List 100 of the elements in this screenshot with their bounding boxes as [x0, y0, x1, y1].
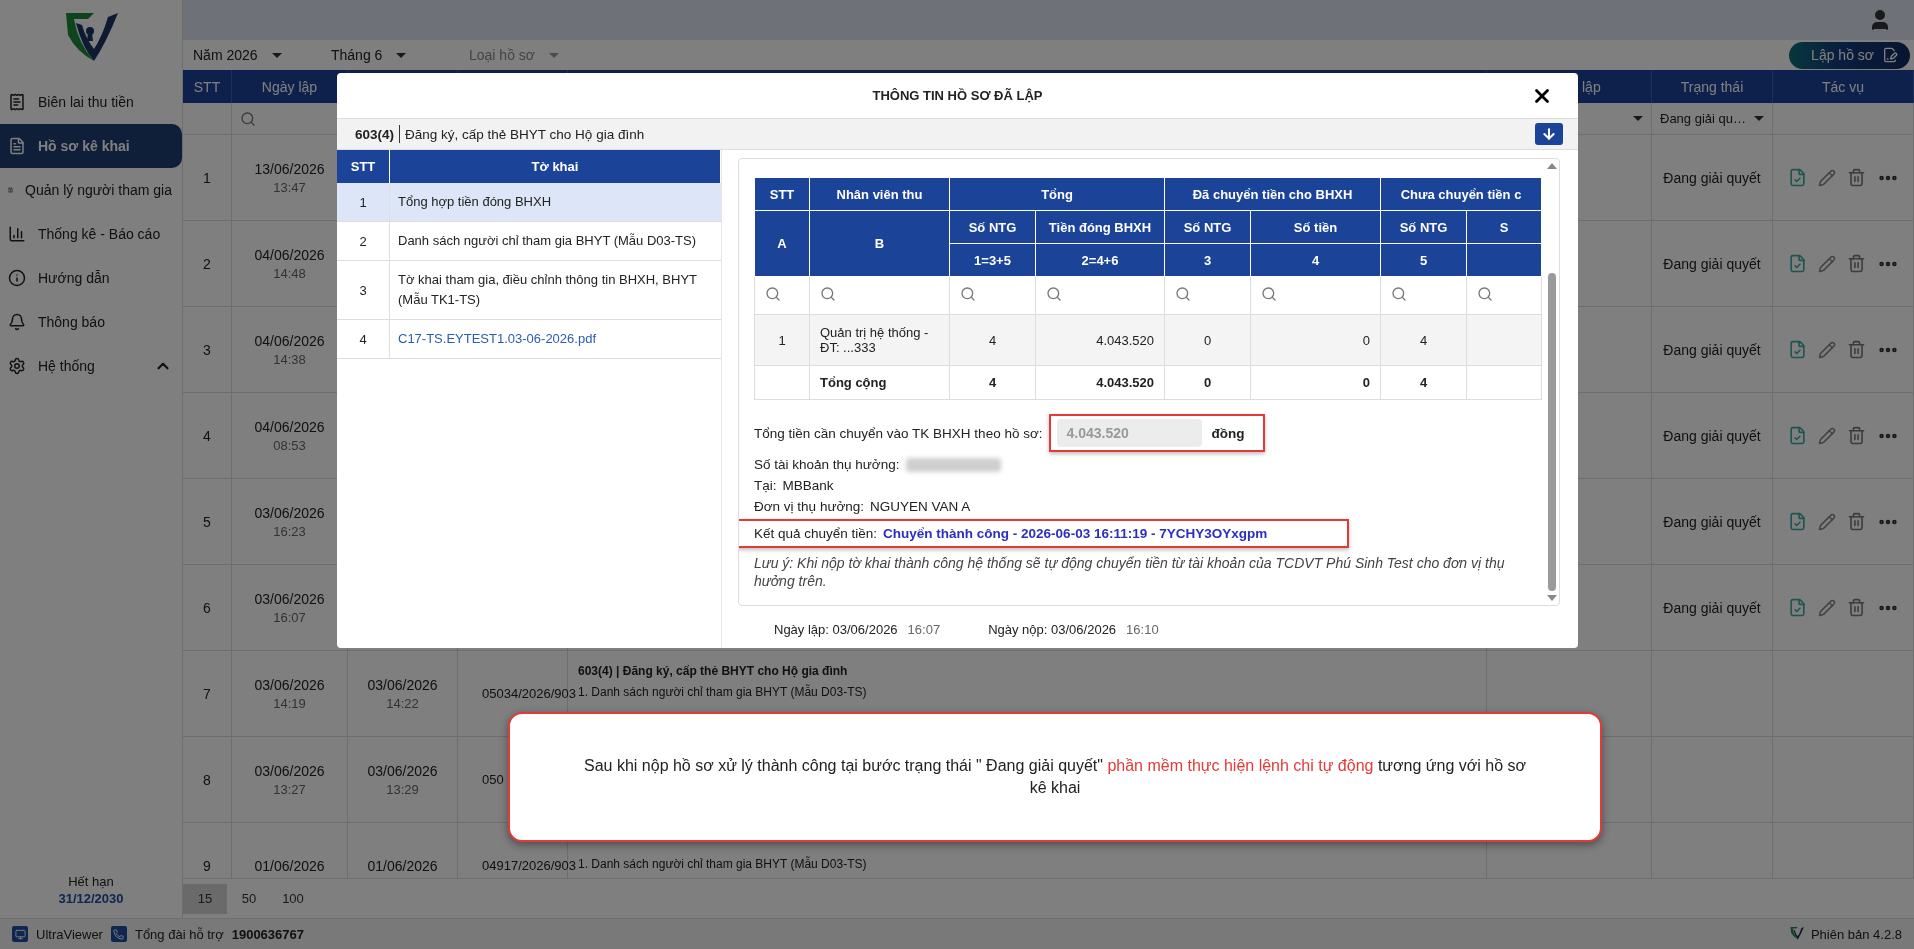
remote-app-link[interactable]: UltraViewer	[36, 926, 103, 942]
column-group-header: Chưa chuyển tiền c	[1380, 177, 1542, 211]
file-pen-icon	[1882, 47, 1898, 63]
record-title: 603(4) | Đăng ký, cấp thẻ BHYT cho Hộ gia đình	[578, 664, 849, 680]
filter-dropdown[interactable]: Loại hồ sơ	[469, 47, 599, 63]
settings-icon	[8, 357, 26, 375]
column-letter: B	[809, 210, 950, 277]
search-icon[interactable]	[765, 286, 781, 302]
search-icon[interactable]	[240, 110, 256, 127]
caret-icon[interactable]	[1633, 116, 1643, 121]
form-row[interactable]: 1 Tổng hợp tiền đóng BHXH	[337, 183, 721, 222]
date-label: Ngày nộp: 03/06/2026	[988, 621, 1117, 637]
file-check-icon[interactable]	[1787, 254, 1807, 273]
time-text: 08:53	[273, 437, 306, 453]
table-cell: 1	[778, 332, 786, 348]
sidebar-item[interactable]: Thông báo	[0, 300, 182, 344]
document-icon	[8, 137, 26, 155]
sidebar-item[interactable]: Hướng dẫn	[0, 256, 182, 300]
sidebar-item[interactable]: Hồ sơ kê khai	[0, 124, 182, 168]
pencil-icon[interactable]	[1817, 340, 1836, 359]
record-name: Đăng ký, cấp thẻ BHYT cho Hộ gia đình	[405, 126, 645, 142]
trash-icon[interactable]	[1846, 168, 1866, 187]
field-label: Tại:	[754, 478, 777, 493]
search-icon[interactable]	[820, 286, 836, 302]
scrollbar-thumb[interactable]	[1548, 273, 1556, 591]
file-link[interactable]: C17-TS.EYTEST1.03-06-2026.pdf	[390, 320, 721, 358]
table-cell: 4.043.520	[1096, 332, 1154, 348]
page-size-button[interactable]: 15	[183, 883, 227, 914]
time-text: 14:19	[273, 695, 306, 711]
pencil-icon[interactable]	[1817, 426, 1836, 445]
sidebar-item[interactable]: Quản lý người tham gia	[0, 168, 182, 212]
pencil-icon[interactable]	[1817, 512, 1836, 531]
column-header: S	[1466, 210, 1542, 244]
field-label: Số tài khoản thụ hưởng:	[754, 457, 900, 472]
file-check-icon[interactable]	[1787, 598, 1807, 617]
form-row[interactable]: 2 Danh sách người chỉ tham gia BHYT (Mẫu D03-TS)	[337, 222, 721, 261]
search-icon[interactable]	[960, 286, 976, 302]
trash-icon[interactable]	[1846, 426, 1866, 445]
trash-icon[interactable]	[1846, 340, 1866, 359]
filter-dropdown[interactable]: Năm 2026	[193, 47, 323, 63]
column-header: Tác vụ	[1822, 78, 1864, 95]
field-value: MBBank	[782, 478, 834, 493]
callout-text: Sau khi nộp hồ sơ xử lý thành công tại bước trạng thái " Đang giải quyết" phần mềm thực hiện lệnh chi tự động tương ứng với hồ sơ kê khai	[583, 756, 1527, 798]
date-label: Ngày lập: 03/06/2026	[774, 621, 898, 637]
download-button[interactable]	[1535, 123, 1563, 145]
field-label: Đơn vị thụ hưởng:	[754, 499, 865, 514]
search-icon[interactable]	[1175, 286, 1191, 302]
page-size-button[interactable]: 100	[271, 883, 315, 914]
total-label: Tổng cộng	[820, 375, 887, 390]
column-header: Trạng thái	[1680, 78, 1744, 95]
unit-text: đồng	[1211, 425, 1245, 441]
record-line: 1. Danh sách người chỉ tham gia BHYT (Mẫu D03-TS)	[578, 857, 868, 871]
expiry-date: 31/12/2030	[58, 891, 124, 906]
scroll-up-icon[interactable]	[1547, 163, 1557, 169]
file-check-icon[interactable]	[1787, 426, 1807, 445]
pencil-icon[interactable]	[1817, 168, 1836, 187]
sidebar-item[interactable]: Thống kê - Báo cáo	[0, 212, 182, 256]
search-icon[interactable]	[1046, 286, 1062, 302]
date-text: 03/06/2026	[254, 590, 325, 607]
search-icon[interactable]	[1261, 286, 1277, 302]
sidebar-item[interactable]: Hệ thống	[0, 344, 182, 388]
form-row[interactable]: 3 Tờ khai tham gia, điều chỉnh thông tin BHXH, BHYT (Mẫu TK1-TS)	[337, 261, 721, 320]
table-cell: 7	[203, 685, 211, 702]
monitor-icon[interactable]	[12, 926, 28, 942]
column-header: Nhân viên thu	[809, 177, 950, 211]
date-text: 03/06/2026	[254, 504, 325, 521]
column-formula: 1=3+5	[949, 243, 1036, 277]
table-cell: 1	[203, 169, 211, 186]
form-row[interactable]: 4 C17-TS.EYTEST1.03-06-2026.pdf	[337, 320, 721, 359]
time-text: 16:07	[273, 609, 306, 625]
pencil-icon[interactable]	[1817, 598, 1836, 617]
trash-icon[interactable]	[1846, 598, 1866, 617]
trash-icon[interactable]	[1846, 254, 1866, 273]
total-cell: 4	[988, 375, 997, 390]
pencil-icon[interactable]	[1817, 254, 1836, 273]
search-icon[interactable]	[1477, 286, 1494, 302]
time-text: 16:23	[273, 523, 306, 539]
filter-dropdown[interactable]: Tháng 6	[331, 47, 461, 63]
table-cell: 6	[203, 599, 211, 616]
status-filter-dropdown[interactable]: Đang giải qu…	[1660, 111, 1764, 126]
page-size-button[interactable]: 50	[227, 883, 271, 914]
status-text: Đang giải quyết	[1663, 599, 1761, 616]
status-text: Đang giải quyết	[1663, 255, 1761, 272]
file-check-icon[interactable]	[1787, 512, 1807, 531]
date-text: 01/06/2026	[367, 857, 438, 874]
time-text: 16:07	[907, 621, 941, 637]
table-cell: 9	[203, 857, 211, 874]
create-record-button[interactable]: Lập hồ sơ	[1789, 41, 1910, 69]
file-check-icon[interactable]	[1787, 168, 1807, 187]
column-header: Ngày lập	[261, 78, 318, 95]
info-icon	[8, 269, 26, 287]
search-icon[interactable]	[1391, 286, 1408, 302]
column-formula: 3	[1164, 243, 1251, 277]
sidebar-item[interactable]: Biên lai thu tiền	[0, 80, 182, 124]
file-check-icon[interactable]	[1787, 340, 1807, 359]
scroll-down-icon[interactable]	[1547, 595, 1557, 601]
total-cell: 0	[1203, 375, 1212, 390]
column-formula: 4	[1250, 243, 1381, 277]
date-text: 04/06/2026	[254, 246, 325, 263]
trash-icon[interactable]	[1846, 512, 1866, 531]
